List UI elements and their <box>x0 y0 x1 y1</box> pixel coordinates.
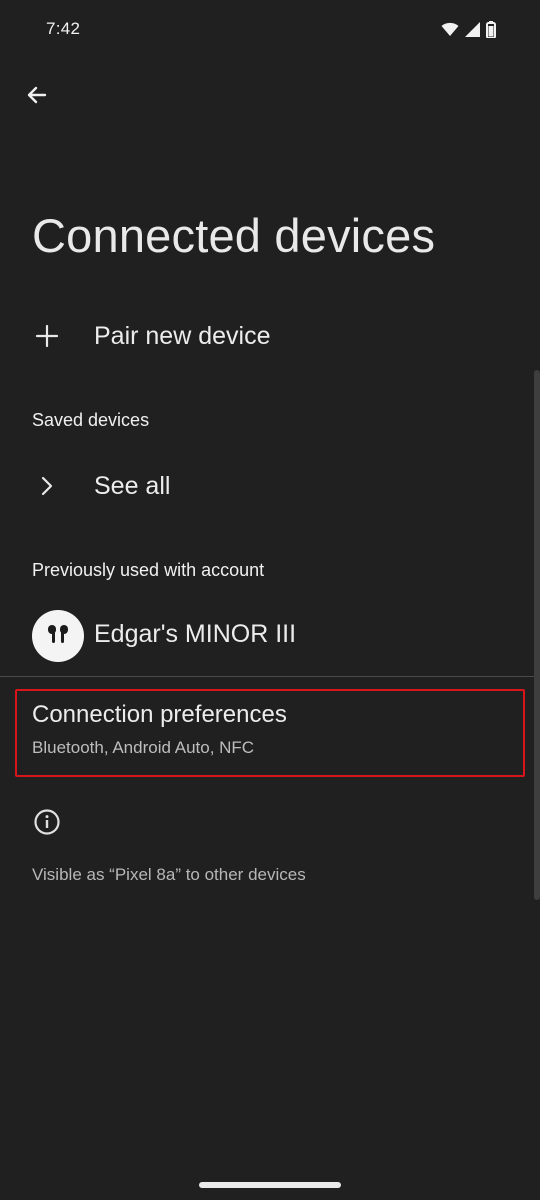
arrow-back-icon <box>25 83 49 112</box>
scrollbar[interactable] <box>534 370 540 900</box>
signal-icon <box>465 22 480 42</box>
previously-used-header: Previously used with account <box>32 560 265 580</box>
see-all-item[interactable]: See all <box>0 455 540 517</box>
divider <box>0 676 540 677</box>
gesture-navigation-handle[interactable] <box>199 1182 341 1188</box>
status-icons <box>441 21 496 43</box>
page-title: Connected devices <box>32 209 436 262</box>
pair-new-device-label: Pair new device <box>94 321 271 350</box>
chevron-right-icon <box>0 475 94 497</box>
plus-icon <box>0 324 94 348</box>
back-button[interactable] <box>22 82 52 112</box>
device-avatar <box>32 610 84 662</box>
info-icon <box>33 808 61 841</box>
pair-new-device-item[interactable]: Pair new device <box>0 305 540 367</box>
saved-devices-header: Saved devices <box>32 410 150 430</box>
see-all-label: See all <box>94 471 171 500</box>
highlight-box <box>15 689 525 777</box>
wifi-icon <box>441 22 459 42</box>
status-time: 7:42 <box>46 19 81 38</box>
earbuds-icon <box>45 623 71 650</box>
visibility-text: Visible as “Pixel 8a” to other devices <box>32 865 306 884</box>
device-name: Edgar's MINOR III <box>94 620 297 648</box>
device-item-edgars-minor-iii[interactable]: Edgar's MINOR III <box>0 603 540 669</box>
battery-icon <box>486 21 496 43</box>
